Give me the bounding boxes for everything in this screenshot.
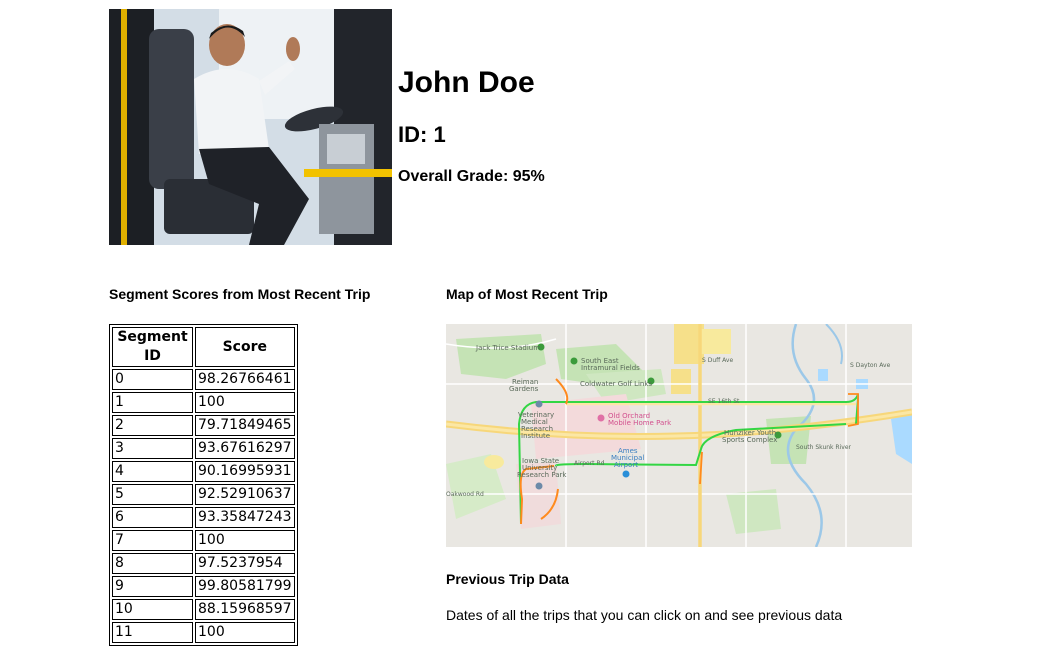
- score-cell: 100: [195, 530, 295, 551]
- map-label: Institute: [521, 432, 551, 440]
- score-cell: 88.15968597: [195, 599, 295, 620]
- table-row: 4 90.16995931: [112, 461, 295, 482]
- score-cell: 93.67616297: [195, 438, 295, 459]
- segment-scores-table: Segment ID Score 0 98.26766461 1 100 2 79.7…: [109, 324, 298, 646]
- table-row: 11 100: [112, 622, 295, 643]
- trip-map-canvas[interactable]: [446, 324, 912, 547]
- map-label: Intramural Fields: [581, 364, 640, 372]
- segment-id-cell: 2: [112, 415, 193, 436]
- segment-id-cell: 8: [112, 553, 193, 574]
- driver-photo-illustration: [109, 9, 392, 245]
- overall-grade: Overall Grade: 95%: [398, 168, 545, 185]
- map-label: Research Park: [517, 471, 567, 479]
- map-label: Jack Trice Stadium: [476, 344, 541, 352]
- segment-id-cell: 7: [112, 530, 193, 551]
- table-row: 8 97.5237954: [112, 553, 295, 574]
- segment-scores-heading: Segment Scores from Most Recent Trip: [109, 286, 371, 302]
- table-row: 2 79.71849465: [112, 415, 295, 436]
- previous-trip-description: Dates of all the trips that you can clic…: [446, 607, 843, 623]
- segment-id-cell: 11: [112, 622, 193, 643]
- column-header-segment-id: Segment ID: [112, 327, 193, 367]
- score-cell: 97.5237954: [195, 553, 295, 574]
- table-row: 10 88.15968597: [112, 599, 295, 620]
- segment-id-cell: 4: [112, 461, 193, 482]
- score-cell: 93.35847243: [195, 507, 295, 528]
- map-label: Mobile Home Park: [608, 419, 672, 427]
- score-cell: 92.52910637: [195, 484, 295, 505]
- table-row: 7 100: [112, 530, 295, 551]
- column-header-score: Score: [195, 327, 295, 367]
- segment-id-cell: 1: [112, 392, 193, 413]
- table-row: 3 93.67616297: [112, 438, 295, 459]
- table-header-row: Segment ID Score: [112, 327, 295, 367]
- map-label: Gardens: [509, 385, 539, 393]
- driver-id: ID: 1: [398, 122, 446, 147]
- score-cell: 99.80581799: [195, 576, 295, 597]
- score-cell: 90.16995931: [195, 461, 295, 482]
- table-row: 1 100: [112, 392, 295, 413]
- map-label: S Duff Ave: [702, 357, 734, 364]
- table-row: 5 92.52910637: [112, 484, 295, 505]
- score-cell: 98.26766461: [195, 369, 295, 390]
- driver-photo: [109, 9, 392, 245]
- driver-name: John Doe: [398, 66, 535, 99]
- table-row: 6 93.35847243: [112, 507, 295, 528]
- map-label: Sports Complex: [722, 436, 778, 444]
- segment-id-cell: 9: [112, 576, 193, 597]
- table-row: 9 99.80581799: [112, 576, 295, 597]
- map-heading: Map of Most Recent Trip: [446, 286, 608, 302]
- map-label: Coldwater Golf Links: [580, 380, 653, 388]
- trip-map[interactable]: Jack Trice Stadium South East Intramural…: [446, 324, 912, 547]
- segment-id-cell: 6: [112, 507, 193, 528]
- score-cell: 100: [195, 392, 295, 413]
- segment-id-cell: 10: [112, 599, 193, 620]
- map-label: SE 16th St: [708, 398, 740, 405]
- previous-trip-heading: Previous Trip Data: [446, 571, 569, 587]
- score-cell: 100: [195, 622, 295, 643]
- table-row: 0 98.26766461: [112, 369, 295, 390]
- segment-id-cell: 5: [112, 484, 193, 505]
- map-label: South Skunk River: [796, 444, 851, 451]
- map-label: S Dayton Ave: [850, 362, 891, 369]
- map-label: Airport: [614, 461, 638, 469]
- segment-id-cell: 3: [112, 438, 193, 459]
- map-label: Airport Rd: [574, 460, 605, 467]
- segment-id-cell: 0: [112, 369, 193, 390]
- score-cell: 79.71849465: [195, 415, 295, 436]
- map-label: Oakwood Rd: [446, 491, 484, 498]
